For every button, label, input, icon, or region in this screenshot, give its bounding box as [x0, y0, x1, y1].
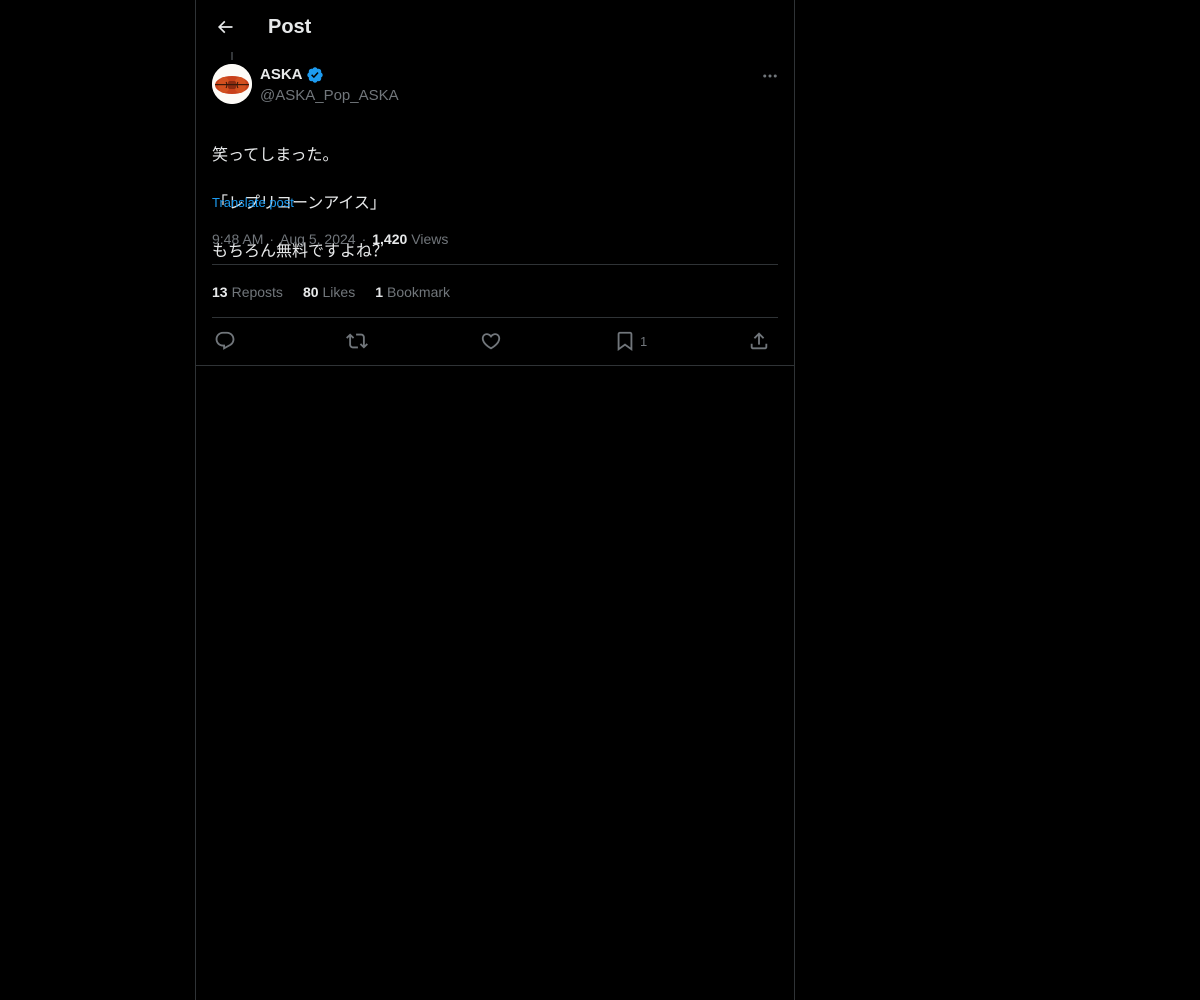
- bookmarks-label: Bookmark: [387, 284, 451, 300]
- reposts-label: Reposts: [231, 284, 283, 300]
- like-button[interactable]: [480, 328, 502, 354]
- violin-avatar-image: [212, 64, 252, 104]
- post-metadata: 9:48 AM · Aug 5, 2024 · 1,420 Views: [212, 229, 448, 249]
- separator-dot: ·: [269, 231, 275, 247]
- author-info: ASKA @ASKA_Pop_ASKA: [260, 64, 399, 106]
- post-time[interactable]: 9:48 AM: [212, 229, 263, 249]
- engagement-stats: 13 Reposts 80 Likes 1 Bookmark: [212, 282, 470, 302]
- post-detail-column: Post ASKA @ASKA_Pop_ASKA 笑ってしまった。 「レプリコー…: [195, 0, 795, 1000]
- divider: [212, 317, 778, 318]
- action-bar: 1: [212, 328, 778, 354]
- post-text-line: 笑ってしまった。: [212, 145, 339, 164]
- translate-post-link[interactable]: Translate post: [212, 194, 294, 212]
- likes-count: 80: [302, 284, 319, 300]
- back-arrow-icon: [217, 20, 233, 34]
- page-title: Post: [268, 16, 312, 38]
- reply-button[interactable]: [214, 328, 236, 354]
- divider: [196, 365, 794, 366]
- repost-button[interactable]: [346, 328, 368, 354]
- more-options-button[interactable]: [760, 66, 780, 86]
- divider: [212, 264, 778, 265]
- author-handle[interactable]: @ASKA_Pop_ASKA: [260, 86, 399, 106]
- avatar[interactable]: [212, 64, 252, 104]
- author-display-name[interactable]: ASKA: [260, 66, 303, 83]
- more-dots-icon: [763, 74, 777, 78]
- repost-icon: [346, 333, 368, 349]
- reply-icon: [215, 331, 235, 350]
- reposts-count: 13: [212, 284, 228, 300]
- header-bar: Post: [196, 0, 794, 53]
- thread-connector: [231, 52, 233, 60]
- bookmark-button[interactable]: 1: [614, 328, 647, 354]
- likes-stat[interactable]: 80 Likes: [303, 282, 355, 302]
- bookmark-icon: [617, 331, 633, 352]
- separator-dot: ·: [361, 231, 367, 247]
- share-button[interactable]: [748, 328, 770, 354]
- bookmarks-stat[interactable]: 1 Bookmark: [375, 282, 450, 302]
- post-date[interactable]: Aug 5, 2024: [280, 229, 356, 249]
- views-count: 1,420: [372, 231, 408, 247]
- heart-icon: [481, 333, 501, 350]
- likes-label: Likes: [322, 284, 356, 300]
- verified-badge-icon: [306, 66, 323, 83]
- views-label: Views: [411, 231, 449, 247]
- bookmark-count: 1: [640, 333, 648, 349]
- bookmarks-count: 1: [375, 284, 383, 300]
- reposts-stat[interactable]: 13 Reposts: [212, 282, 283, 302]
- share-icon: [750, 332, 768, 350]
- back-button[interactable]: [208, 10, 242, 44]
